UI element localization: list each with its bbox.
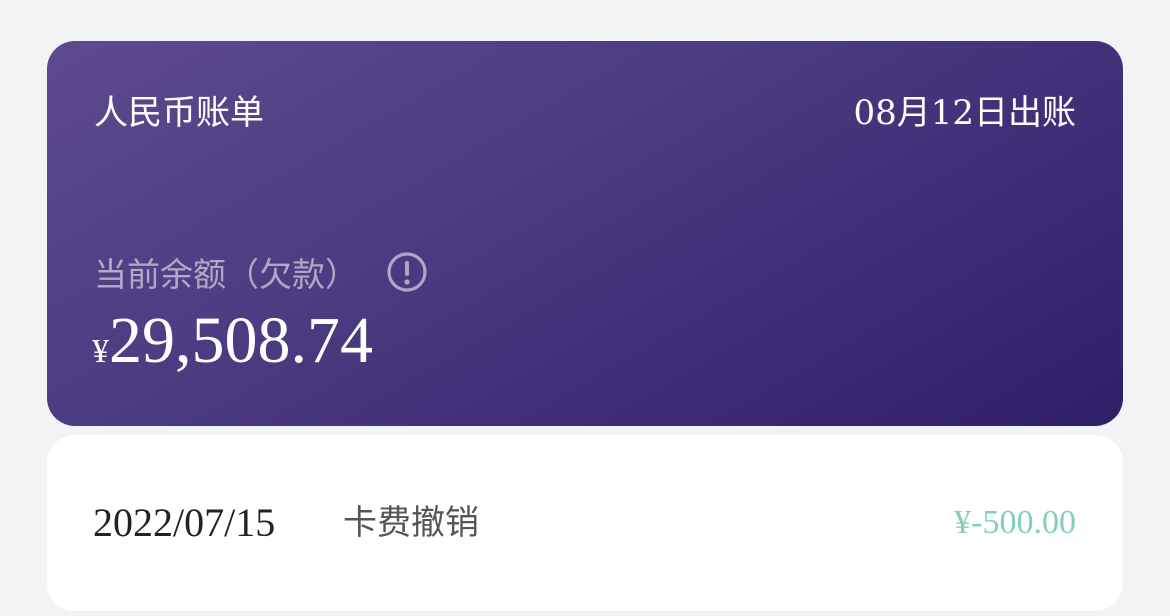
transaction-amount: ¥-500.00 [954,504,1076,541]
transaction-row[interactable]: 2022/07/15 卡费撤销 ¥-500.00 [47,435,1123,611]
transaction-date: 2022/07/15 [93,500,276,545]
balance-label: 当前余额（欠款） [94,255,358,294]
card-title: 人民币账单 [94,93,264,133]
balance-value: 29,508.74 [109,304,373,377]
currency-symbol: ¥ [92,333,109,370]
balance-amount: ¥29,508.74 [92,303,373,396]
balance-label-row: 当前余额（欠款） [94,248,428,296]
info-icon[interactable] [386,251,428,293]
transaction-description: 卡费撤销 [343,503,479,543]
bill-summary-card: 人民币账单 08月12日出账 当前余额（欠款） ¥29,508.74 [47,41,1123,426]
statement-date: 08月12日出账 [853,93,1076,133]
